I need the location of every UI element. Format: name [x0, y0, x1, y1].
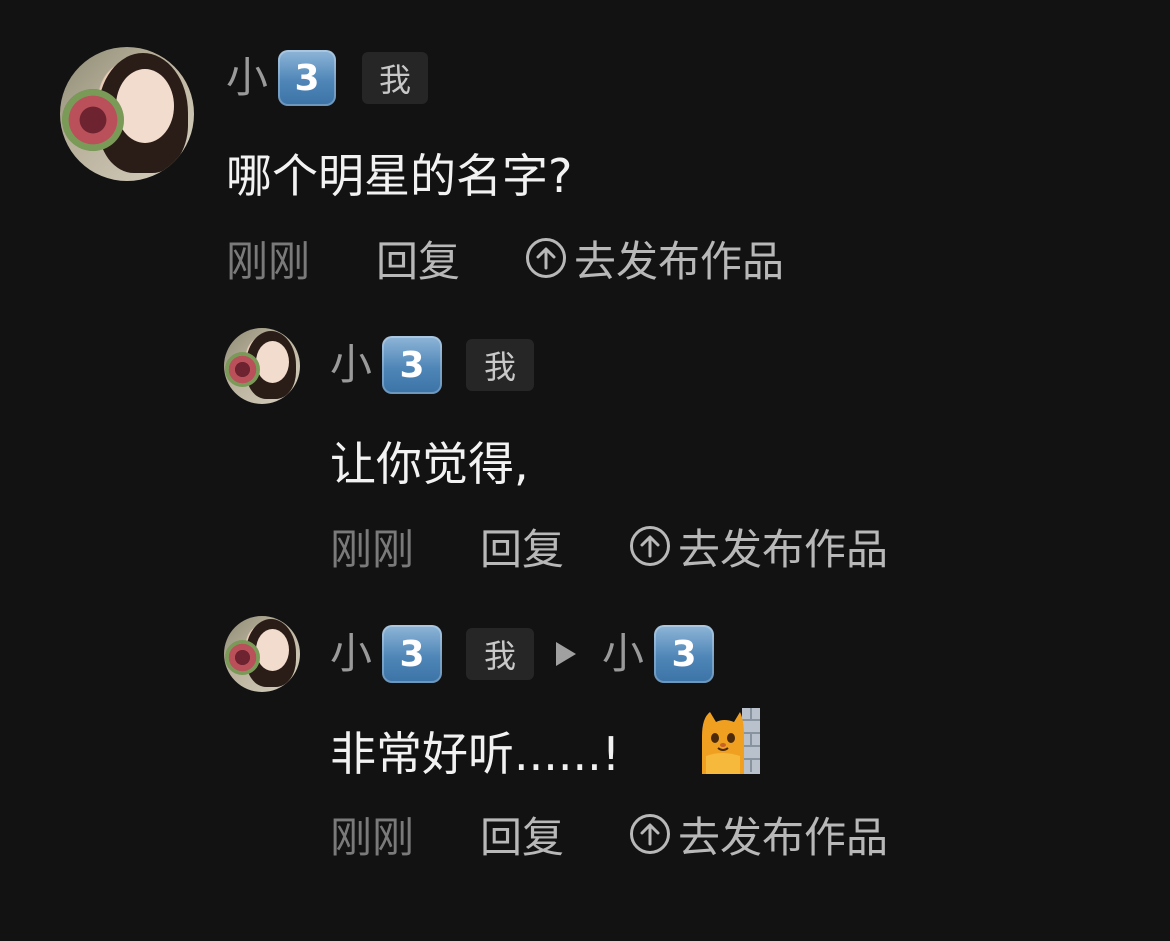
- comment-meta: 刚刚 回复 去发布作品: [330, 520, 888, 574]
- comment-header: 小 3 我: [330, 336, 535, 394]
- avatar[interactable]: [224, 328, 300, 404]
- cat-peeking-wall-emoji: [700, 706, 762, 776]
- comment: 小 3 我 哪个明星的名字? 刚刚 回复 去发布作品: [0, 0, 1170, 300]
- comment-text: 哪个明星的名字?: [226, 149, 573, 203]
- publish-work-label: 去发布作品: [678, 524, 889, 574]
- username[interactable]: 小: [226, 57, 268, 99]
- comment-text: 非常好听......!: [330, 727, 621, 781]
- reply-to-username[interactable]: 小: [602, 633, 644, 675]
- comment-time: 刚刚: [226, 236, 311, 286]
- publish-work-button[interactable]: 去发布作品: [526, 228, 784, 289]
- publish-work-button[interactable]: 去发布作品: [630, 804, 888, 865]
- me-tag: 我: [362, 52, 429, 104]
- keycap-three-emoji: 3: [278, 50, 337, 106]
- keycap-three-emoji: 3: [382, 336, 443, 394]
- upload-circle-icon: [630, 814, 671, 854]
- comment-header: 小 3 我: [226, 50, 429, 106]
- comment-header: 小 3 我 小 3: [330, 624, 715, 684]
- avatar[interactable]: [224, 616, 300, 692]
- comment-meta: 刚刚 回复 去发布作品: [330, 808, 888, 862]
- me-tag: 我: [466, 339, 535, 391]
- keycap-three-emoji: 3: [654, 625, 715, 683]
- keycap-three-emoji: 3: [382, 625, 443, 683]
- me-tag: 我: [466, 628, 535, 680]
- reply-button[interactable]: 回复: [480, 516, 564, 577]
- avatar[interactable]: [60, 47, 194, 181]
- reply-button[interactable]: 回复: [480, 804, 564, 865]
- comment-meta: 刚刚 回复 去发布作品: [226, 232, 784, 286]
- username[interactable]: 小: [330, 344, 372, 386]
- upload-circle-icon: [630, 526, 671, 566]
- reply-comment: 小 3 我 小 3 非常好听......! 刚刚 回复 去发布作品: [0, 590, 1170, 890]
- comment-text: 让你觉得,: [330, 437, 529, 491]
- publish-work-label: 去发布作品: [574, 236, 785, 286]
- upload-circle-icon: [526, 238, 567, 278]
- username[interactable]: 小: [330, 633, 372, 675]
- reply-comment: 小 3 我 让你觉得, 刚刚 回复 去发布作品: [0, 300, 1170, 590]
- comment-time: 刚刚: [330, 812, 415, 862]
- reply-to-arrow-icon: [556, 642, 577, 666]
- reply-button[interactable]: 回复: [376, 228, 460, 289]
- publish-work-label: 去发布作品: [678, 812, 889, 862]
- comment-time: 刚刚: [330, 524, 415, 574]
- publish-work-button[interactable]: 去发布作品: [630, 516, 888, 577]
